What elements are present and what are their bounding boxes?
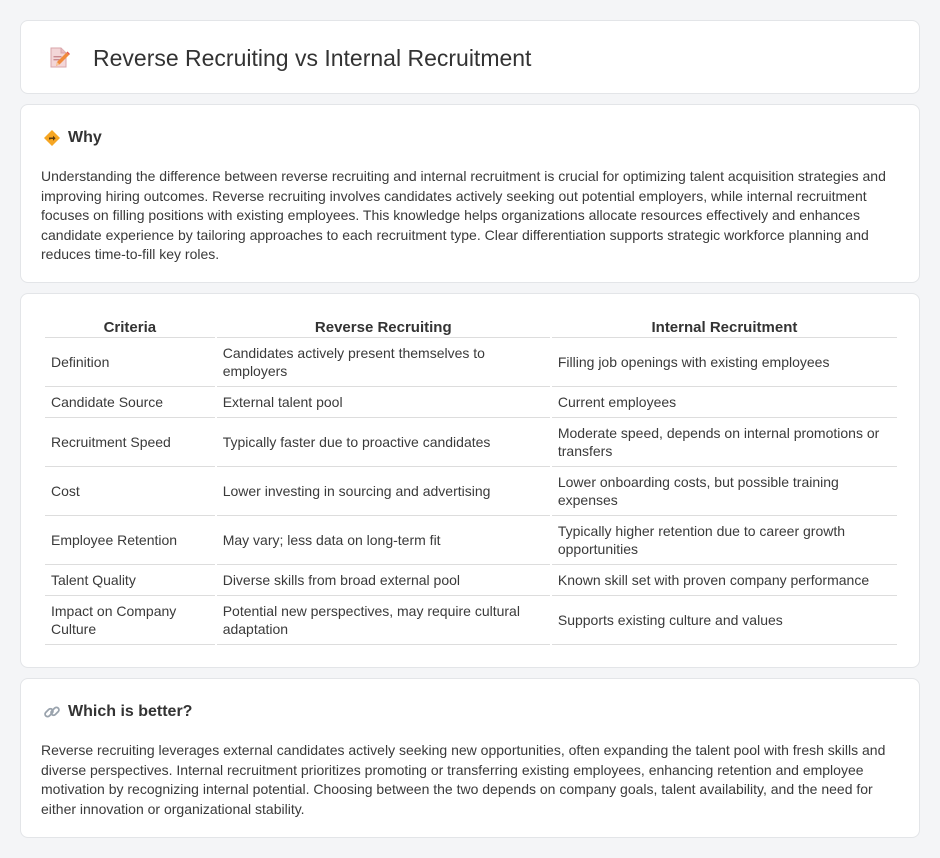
reverse-recruiting-cell: Potential new perspectives, may require … bbox=[216, 596, 550, 645]
internal-recruitment-cell: Supports existing culture and values bbox=[551, 596, 897, 645]
comparison-table: Criteria Reverse Recruiting Internal Rec… bbox=[43, 316, 899, 645]
table-row: Cost Lower investing in sourcing and adv… bbox=[45, 467, 897, 516]
why-section: Why Understanding the difference between… bbox=[20, 104, 920, 283]
diamond-sign-icon bbox=[43, 129, 61, 147]
page-title: Reverse Recruiting vs Internal Recruitme… bbox=[93, 45, 532, 71]
table-row: Candidate Source External talent pool Cu… bbox=[45, 387, 897, 418]
which-is-better-heading-label: Which is better? bbox=[68, 703, 193, 720]
criteria-cell: Impact on Company Culture bbox=[45, 596, 215, 645]
internal-recruitment-cell: Typically higher retention due to career… bbox=[551, 516, 897, 565]
reverse-recruiting-cell: May vary; less data on long-term fit bbox=[216, 516, 550, 565]
table-row: Impact on Company Culture Potential new … bbox=[45, 596, 897, 645]
criteria-cell: Cost bbox=[45, 467, 215, 516]
criteria-cell: Talent Quality bbox=[45, 565, 215, 596]
reverse-recruiting-cell: Typically faster due to proactive candid… bbox=[216, 418, 550, 467]
document-pencil-icon bbox=[47, 46, 71, 70]
internal-recruitment-cell: Filling job openings with existing emplo… bbox=[551, 338, 897, 387]
comparison-section: Criteria Reverse Recruiting Internal Rec… bbox=[20, 293, 920, 668]
internal-recruitment-cell: Moderate speed, depends on internal prom… bbox=[551, 418, 897, 467]
column-header-reverse-recruiting: Reverse Recruiting bbox=[216, 316, 550, 338]
why-heading: Why bbox=[43, 127, 102, 149]
internal-recruitment-cell: Known skill set with proven company perf… bbox=[551, 565, 897, 596]
criteria-cell: Employee Retention bbox=[45, 516, 215, 565]
title-card: Reverse Recruiting vs Internal Recruitme… bbox=[20, 20, 920, 94]
criteria-cell: Definition bbox=[45, 338, 215, 387]
reverse-recruiting-cell: Lower investing in sourcing and advertis… bbox=[216, 467, 550, 516]
why-body: Understanding the difference between rev… bbox=[41, 168, 886, 263]
internal-recruitment-cell: Lower onboarding costs, but possible tra… bbox=[551, 467, 897, 516]
table-row: Recruitment Speed Typically faster due t… bbox=[45, 418, 897, 467]
column-header-internal-recruitment: Internal Recruitment bbox=[551, 316, 897, 338]
internal-recruitment-cell: Current employees bbox=[551, 387, 897, 418]
criteria-cell: Candidate Source bbox=[45, 387, 215, 418]
table-row: Employee Retention May vary; less data o… bbox=[45, 516, 897, 565]
which-is-better-heading: Which is better? bbox=[43, 701, 192, 723]
link-icon bbox=[43, 703, 61, 721]
column-header-criteria: Criteria bbox=[45, 316, 215, 338]
which-is-better-body: Reverse recruiting leverages external ca… bbox=[41, 742, 886, 817]
table-row: Definition Candidates actively present t… bbox=[45, 338, 897, 387]
reverse-recruiting-cell: Diverse skills from broad external pool bbox=[216, 565, 550, 596]
table-header-row: Criteria Reverse Recruiting Internal Rec… bbox=[45, 316, 897, 338]
which-is-better-section: Which is better? Reverse recruiting leve… bbox=[20, 678, 920, 838]
reverse-recruiting-cell: Candidates actively present themselves t… bbox=[216, 338, 550, 387]
reverse-recruiting-cell: External talent pool bbox=[216, 387, 550, 418]
why-heading-label: Why bbox=[68, 129, 102, 146]
criteria-cell: Recruitment Speed bbox=[45, 418, 215, 467]
table-row: Talent Quality Diverse skills from broad… bbox=[45, 565, 897, 596]
